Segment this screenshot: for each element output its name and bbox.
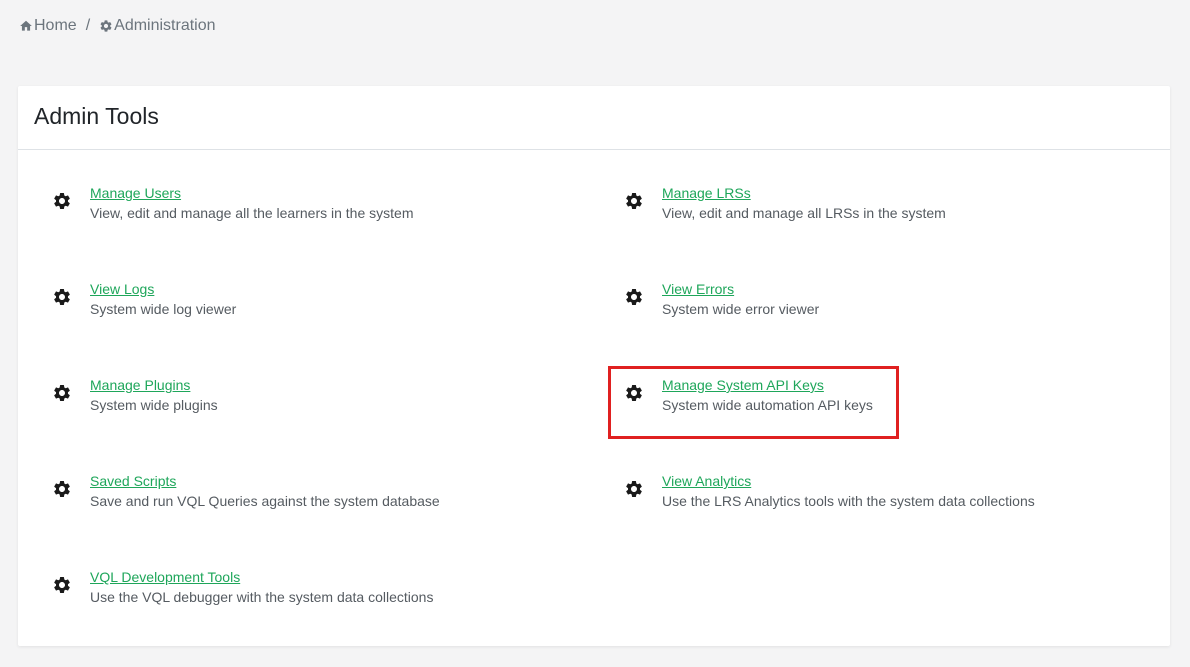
breadcrumb-separator: / (85, 17, 91, 34)
gear-icon (52, 287, 72, 307)
view-errors-description: System wide error viewer (662, 301, 820, 317)
gear-icon (52, 479, 72, 499)
tool-view-errors: View Errors System wide error viewer (624, 279, 819, 319)
breadcrumb: Home / Administration (19, 16, 216, 36)
manage-users-description: View, edit and manage all the learners i… (90, 205, 414, 221)
tool-manage-users: Manage Users View, edit and manage all t… (52, 183, 413, 223)
manage-plugins-link[interactable]: Manage Plugins (90, 375, 218, 395)
gear-icon (52, 383, 72, 403)
tool-manage-plugins: Manage Plugins System wide plugins (52, 375, 218, 415)
manage-plugins-description: System wide plugins (90, 397, 218, 413)
view-analytics-description: Use the LRS Analytics tools with the sys… (662, 493, 1035, 509)
admin-tools-card: Admin Tools (18, 86, 1170, 646)
gear-icon (624, 287, 644, 307)
tool-view-logs: View Logs System wide log viewer (52, 279, 236, 319)
tool-vql-development-tools: VQL Development Tools Use the VQL debugg… (52, 567, 433, 607)
manage-lrss-link[interactable]: Manage LRSs (662, 183, 946, 203)
home-icon (19, 19, 33, 33)
view-analytics-link[interactable]: View Analytics (662, 471, 1035, 491)
gear-icon (624, 383, 644, 403)
view-logs-description: System wide log viewer (90, 301, 237, 317)
saved-scripts-description: Save and run VQL Queries against the sys… (90, 493, 440, 509)
vql-development-tools-link[interactable]: VQL Development Tools (90, 567, 433, 587)
vql-development-tools-description: Use the VQL debugger with the system dat… (90, 589, 434, 605)
card-header: Admin Tools (18, 86, 1170, 150)
breadcrumb-home-label: Home (34, 17, 77, 34)
gear-icon (52, 575, 72, 595)
manage-system-api-keys-link[interactable]: Manage System API Keys (662, 375, 873, 395)
gear-icon (624, 191, 644, 211)
page-title: Admin Tools (34, 103, 159, 129)
tool-view-analytics: View Analytics Use the LRS Analytics too… (624, 471, 1035, 511)
manage-users-link[interactable]: Manage Users (90, 183, 413, 203)
tool-manage-lrss: Manage LRSs View, edit and manage all LR… (624, 183, 946, 223)
breadcrumb-home-link[interactable]: Home (19, 17, 77, 35)
tool-saved-scripts: Saved Scripts Save and run VQL Queries a… (52, 471, 440, 511)
gear-icon (624, 479, 644, 499)
tool-manage-system-api-keys: Manage System API Keys System wide autom… (624, 375, 873, 415)
gear-icon (99, 19, 113, 33)
gear-icon (52, 191, 72, 211)
view-errors-link[interactable]: View Errors (662, 279, 819, 299)
breadcrumb-administration-label: Administration (114, 17, 216, 34)
view-logs-link[interactable]: View Logs (90, 279, 236, 299)
manage-lrss-description: View, edit and manage all LRSs in the sy… (662, 205, 946, 221)
breadcrumb-administration-link[interactable]: Administration (99, 17, 216, 35)
manage-system-api-keys-description: System wide automation API keys (662, 397, 873, 413)
saved-scripts-link[interactable]: Saved Scripts (90, 471, 440, 491)
